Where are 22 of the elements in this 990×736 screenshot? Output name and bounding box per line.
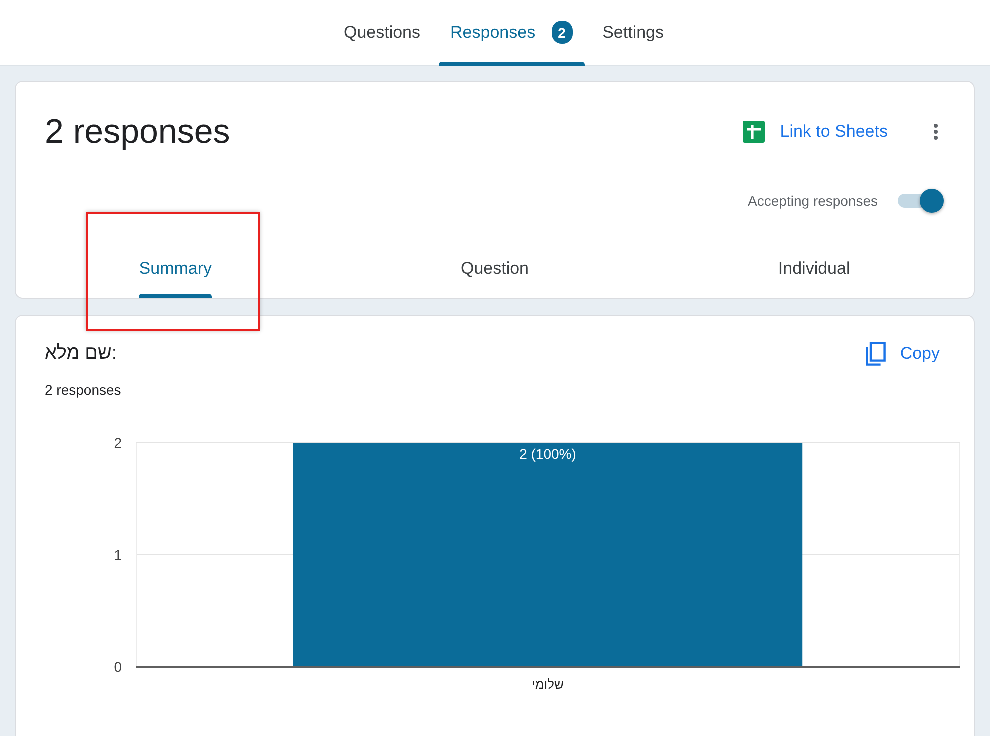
question-title: שם מלא: (45, 343, 118, 365)
view-tab[interactable]: Question (458, 240, 532, 298)
bar-value-label: 2 (100%) (520, 446, 576, 462)
header-tab[interactable]: Settings (590, 0, 676, 65)
accepting-responses-toggle[interactable] (898, 189, 944, 213)
view-tab[interactable]: Summary (137, 240, 214, 298)
copy-icon (866, 342, 886, 366)
header-tab[interactable]: Questions (332, 0, 433, 65)
header-tab[interactable]: Responses 2 (438, 0, 585, 65)
y-tick-label: 1 (114, 547, 122, 563)
link-to-sheets-button[interactable]: Link to Sheets (743, 117, 888, 147)
response-count-title: 2 responses (45, 112, 230, 153)
count-badge: 2 (552, 21, 573, 44)
view-tab[interactable]: Individual (776, 240, 852, 298)
response-count-text: 2 responses (45, 382, 122, 398)
copy-button[interactable]: Copy (866, 342, 940, 366)
y-tick-label: 2 (114, 435, 122, 451)
more-options-icon[interactable] (934, 124, 938, 140)
x-category-label: שלומי (532, 677, 564, 692)
accepting-responses-label: Accepting responses (748, 193, 878, 209)
spreadsheet-icon (743, 121, 766, 143)
y-tick-label: 0 (114, 659, 122, 675)
